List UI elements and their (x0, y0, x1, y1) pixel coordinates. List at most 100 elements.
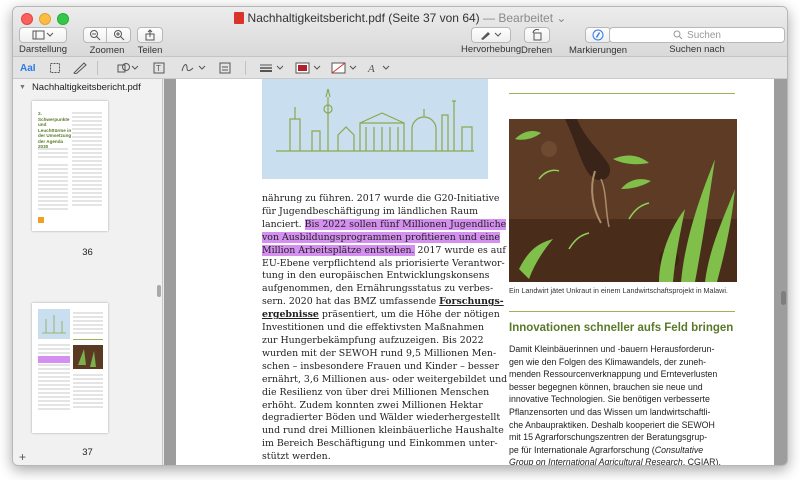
text-line: für Jugendbeschäftigung im ländlichen Ra… (262, 205, 479, 217)
highlight-button[interactable] (471, 27, 512, 43)
fill-color-tool[interactable] (331, 60, 359, 76)
window-title: Nachhaltigkeitsbericht.pdf (Seite 37 von… (13, 11, 787, 25)
edited-status-text: — Bearbeitet (483, 11, 554, 25)
text-line: die Resilienz von über drei Millionen Me… (262, 386, 490, 398)
share-icon (145, 29, 155, 41)
text-line: che Anbaupraktiken. Deshalb kooperiert d… (509, 419, 715, 430)
highlighted-text[interactable]: Million Arbeitsplätze entstehen. (262, 244, 415, 256)
text-segment: sern. 2020 hat das BMZ umfassende (262, 296, 437, 308)
thumbnail-sidebar: ▼ Nachhaltigkeitsbericht.pdf 2. Schwerpu… (13, 79, 163, 465)
add-page-icon[interactable]: + (19, 450, 26, 464)
markup-toolbar-button[interactable] (585, 27, 612, 43)
text-line: ernährt, 3,6 Millionen aus- oder weiterg… (262, 373, 508, 385)
highlighted-text[interactable]: von Ausbildungsprogrammen profitieren un… (262, 231, 500, 243)
text-line: Million Arbeitsplätze entstehen. 2017 wu… (262, 244, 506, 258)
signature-icon (181, 64, 206, 72)
section-heading: Innovationen schneller aufs Feld bringen (509, 322, 734, 334)
text-line: Pflanzensorten und das Wissen um landwir… (509, 406, 711, 417)
share-label: Teilen (137, 45, 163, 56)
page-number-36: 36 (82, 247, 93, 258)
text-tool-label: AaI (20, 62, 36, 74)
text-style-tool[interactable]: A (367, 60, 393, 76)
rotate-button[interactable] (523, 27, 550, 43)
shapes-tool[interactable] (117, 60, 139, 76)
line-style-tool[interactable] (259, 60, 285, 76)
text-line: besser begegnen können, brauchen sie neu… (509, 381, 703, 392)
view-button[interactable] (19, 27, 68, 43)
italic-text: Consultative (654, 444, 704, 455)
sketch-tool[interactable] (73, 60, 87, 76)
window-title-text: Nachhaltigkeitsbericht.pdf (Seite 37 von… (247, 11, 480, 25)
text-line: Damit Kleinbäuerinnen und -bauern Heraus… (509, 344, 715, 354)
shapes-icon (117, 63, 139, 73)
italic-text: Group on International Agricultural Rese… (509, 457, 683, 466)
page-number-37: 37 (82, 447, 93, 458)
text-style-icon: A (367, 63, 390, 74)
sidebar-icon (32, 30, 54, 40)
sidebar-scrollbar[interactable] (157, 285, 161, 297)
text-box-tool[interactable]: T (153, 60, 165, 76)
zoom-label: Zoomen (89, 45, 125, 56)
zoom-out-icon (90, 30, 101, 41)
text-line: EU-Ebene verpflichtend als priorisierte … (262, 257, 505, 269)
note-tool[interactable] (219, 60, 231, 76)
skyline-illustration (262, 79, 488, 179)
text-line: degradierter Böden und Wälder wiederherg… (262, 412, 501, 424)
text-line: Group on International Agricultural Rese… (509, 456, 737, 466)
fill-color-icon (331, 62, 357, 74)
signature-tool[interactable] (181, 60, 207, 76)
document-view: nährung zu führen. 2017 wurde die G20-In… (164, 79, 787, 466)
section-rule (509, 311, 735, 312)
berlin-skyline-graphic (276, 88, 474, 152)
text-line: im Bereich Beschäftigung und Einkommen u… (262, 438, 498, 450)
photo-caption: Ein Landwirt jätet Unkraut in einem Land… (509, 286, 728, 295)
chevron-down-icon: ⌄ (556, 11, 567, 25)
line-style-icon (260, 64, 284, 72)
text-line: innovative Technologien. Sie benötigen v… (509, 394, 710, 405)
sidebar-file-name: Nachhaltigkeitsbericht.pdf (31, 81, 141, 93)
underlined-link[interactable]: Forschungs- (439, 296, 504, 307)
document-scrollbar[interactable] (781, 291, 786, 305)
view-label: Darstellung (19, 44, 68, 55)
sidebar-file-header[interactable]: ▼ Nachhaltigkeitsbericht.pdf (13, 79, 162, 95)
farmer-weeding-image (509, 119, 737, 282)
pdf-file-icon (233, 12, 244, 24)
titlebar: Nachhaltigkeitsbericht.pdf (Seite 37 von… (13, 7, 787, 57)
text-line: stützt werden. (262, 451, 331, 463)
search-label: Suchen nach (669, 44, 725, 55)
sketch-icon (73, 62, 87, 74)
disclosure-triangle-icon[interactable]: ▼ (19, 84, 26, 91)
page-thumbnail-36[interactable]: 2. Schwerpunkte und Leuchttürme in der U… (32, 101, 108, 231)
zoom-out-button[interactable] (83, 27, 107, 43)
rotate-icon (532, 29, 542, 41)
text-selection-tool[interactable]: AaI (20, 60, 36, 76)
text-line: wurden mit der SEWOH rund 9,5 Millionen … (262, 347, 497, 359)
share-button[interactable] (137, 27, 163, 43)
text-segment: 2017 wurde es auf (417, 244, 506, 256)
thumbnail-text-lines (38, 112, 102, 223)
toolbar-divider (245, 61, 246, 75)
rect-selection-tool[interactable] (49, 60, 61, 76)
page-thumbnail-37[interactable] (32, 303, 108, 433)
search-input[interactable]: Suchen (609, 27, 785, 43)
text-line: aufgenommen, den Ernährungsstatus zu ver… (262, 283, 494, 295)
highlighted-text[interactable]: Bis 2022 sollen fünf Millionen Jugendlic… (304, 218, 507, 230)
zoom-control: Zoomen (83, 27, 131, 56)
zoom-in-button[interactable] (107, 27, 131, 43)
border-color-tool[interactable] (295, 60, 323, 76)
text-line: sern. 2020 hat das BMZ umfassende Forsch… (262, 296, 504, 309)
text-line: lanciert. Bis 2022 sollen fünf Millionen… (262, 218, 507, 232)
underlined-link[interactable]: ergebnisse (262, 309, 319, 320)
svg-text:T: T (156, 64, 161, 73)
note-icon (219, 62, 231, 74)
edited-status[interactable]: — Bearbeitet ⌄ (483, 11, 566, 25)
pdf-page: nährung zu führen. 2017 wurde die G20-In… (176, 79, 774, 466)
text-line: schen – insbesondere Frauen und Kinder –… (262, 360, 499, 372)
share-control: Teilen (137, 27, 163, 56)
text-segment: pe für Internationale Agrarforschung ( (509, 444, 655, 455)
search-placeholder: Suchen (687, 29, 721, 41)
text-line: gen wie den Folgen des Klimawandels, der… (509, 356, 707, 367)
markup-pen-icon (592, 29, 604, 41)
text-line: nährung zu führen. 2017 wurde die G20-In… (262, 193, 500, 204)
text-line: erhöht. Zudem konnten zwei Millionen Hek… (262, 399, 483, 411)
